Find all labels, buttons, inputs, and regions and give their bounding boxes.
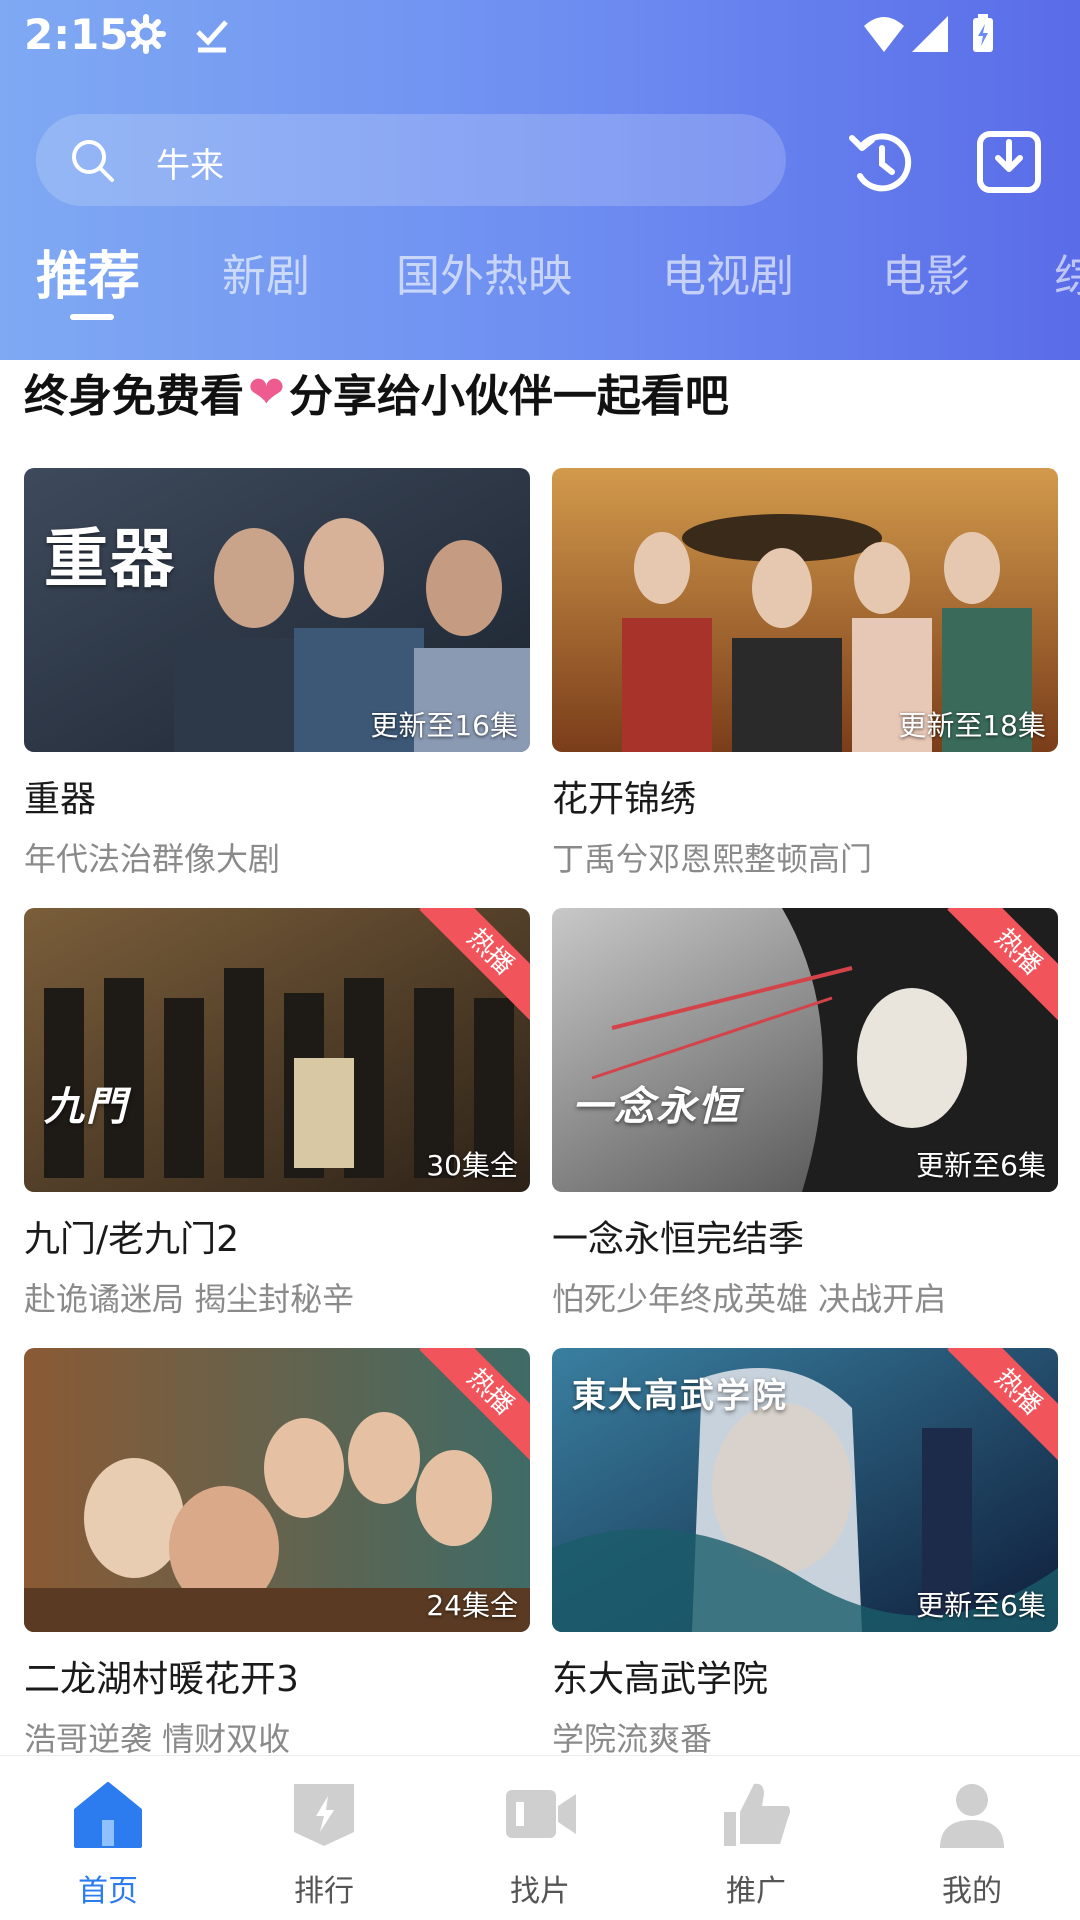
nav-home[interactable]: 首页	[0, 1756, 216, 1920]
poster-caption: 東大高武学院	[572, 1376, 788, 1416]
episode-badge: 更新至6集	[916, 1589, 1046, 1622]
card-subtitle: 学院流爽番	[552, 1720, 713, 1755]
poster-image[interactable]: 热播 24集全	[24, 1348, 530, 1632]
tab-new-drama[interactable]: 新剧	[222, 240, 310, 304]
promo-banner[interactable]: 终身免费看 ❤ 分享给小伙伴一起看吧	[24, 360, 729, 424]
header: 2:15 牛来 推荐 新剧 国外热映 电视剧 电影 综	[0, 0, 1080, 360]
battery-charging-icon	[973, 14, 993, 52]
drama-card[interactable]: 热播 24集全 二龙湖村暖花开3 浩哥逆袭 情财双收	[24, 1348, 530, 1755]
tab-recommended[interactable]: 推荐	[36, 234, 140, 309]
signal-icon	[912, 16, 948, 52]
drama-card[interactable]: 更新至18集 花开锦绣 丁禹兮邓恩熙整顿高门	[552, 468, 1058, 880]
poster-caption: 九門	[44, 1084, 128, 1130]
card-title[interactable]: 九门/老九门2	[24, 1210, 530, 1262]
search-input[interactable]: 牛来	[156, 138, 224, 187]
heart-icon: ❤	[248, 366, 285, 418]
card-title[interactable]: 一念永恒完结季	[552, 1210, 1058, 1262]
bottom-nav: 首页 排行 找片 推广 我的	[0, 1755, 1080, 1920]
search-bar[interactable]: 牛来	[36, 114, 786, 206]
nav-ranking[interactable]: 排行	[216, 1756, 432, 1920]
poster-image[interactable]: 九門 热播 30集全	[24, 908, 530, 1192]
card-title[interactable]: 东大高武学院	[552, 1650, 1058, 1702]
card-title[interactable]: 重器	[24, 770, 530, 822]
episode-badge: 更新至16集	[370, 709, 518, 742]
card-title[interactable]: 花开锦绣	[552, 770, 1058, 822]
search-icon	[72, 140, 114, 182]
poster-image[interactable]: 一念永恒 热播 更新至6集	[552, 908, 1058, 1192]
drama-card[interactable]: 九門 热播 30集全 九门/老九门2 赴诡谲迷局 揭尘封秘辛	[24, 908, 530, 1320]
card-title[interactable]: 二龙湖村暖花开3	[24, 1650, 530, 1702]
category-tabs: 推荐 新剧 国外热映 电视剧 电影 综	[0, 240, 1080, 330]
episode-badge: 30集全	[426, 1149, 518, 1182]
wifi-icon	[864, 17, 904, 52]
card-subtitle: 年代法治群像大剧	[24, 840, 281, 878]
promo-text-before: 终身免费看	[24, 371, 244, 422]
drama-card[interactable]: 東大高武学院 热播 更新至6集 东大高武学院 学院流爽番	[552, 1348, 1058, 1755]
episode-badge: 更新至6集	[916, 1149, 1046, 1182]
poster-caption: 重器	[44, 523, 176, 597]
card-subtitle: 怕死少年终成英雄 决战开启	[552, 1280, 947, 1318]
feed[interactable]: 终身免费看 ❤ 分享给小伙伴一起看吧 重器 更新至16集 重器 年代法治群像大剧…	[0, 360, 1080, 1755]
promo-text-after: 分享给小伙伴一起看吧	[288, 371, 729, 422]
nav-find-label: 找片	[510, 1874, 570, 1909]
nav-find[interactable]: 找片	[432, 1756, 648, 1920]
poster-image[interactable]: 更新至18集	[552, 468, 1058, 752]
tab-movies[interactable]: 电影	[882, 240, 970, 304]
card-subtitle: 丁禹兮邓恩熙整顿高门	[552, 840, 873, 878]
poster-image[interactable]: 東大高武学院 热播 更新至6集	[552, 1348, 1058, 1632]
history-icon[interactable]	[846, 126, 916, 196]
download-done-icon	[196, 20, 228, 53]
nav-promote-label: 推广	[726, 1874, 786, 1909]
drama-card[interactable]: 一念永恒 热播 更新至6集 一念永恒完结季 怕死少年终成英雄 决战开启	[552, 908, 1058, 1320]
episode-badge: 24集全	[426, 1589, 518, 1622]
tab-indicator	[70, 314, 114, 320]
video-camera-icon	[506, 1790, 576, 1838]
thumbs-up-icon	[724, 1783, 790, 1846]
episode-badge: 更新至18集	[898, 709, 1046, 742]
nav-me[interactable]: 我的	[864, 1756, 1080, 1920]
nav-home-label: 首页	[78, 1874, 138, 1909]
nav-promote[interactable]: 推广	[648, 1756, 864, 1920]
drama-card[interactable]: 重器 更新至16集 重器 年代法治群像大剧	[24, 468, 530, 880]
user-icon	[940, 1784, 1004, 1848]
nav-me-label: 我的	[942, 1874, 1002, 1909]
card-subtitle: 浩哥逆袭 情财双收	[24, 1720, 291, 1755]
tab-tv-series[interactable]: 电视剧	[662, 240, 794, 304]
home-icon	[74, 1782, 142, 1848]
download-icon[interactable]	[974, 126, 1044, 196]
card-subtitle: 赴诡谲迷局 揭尘封秘辛	[24, 1280, 355, 1318]
poster-caption: 一念永恒	[572, 1084, 740, 1130]
ranking-icon	[294, 1784, 354, 1846]
status-time: 2:15	[24, 10, 129, 59]
tab-foreign-hits[interactable]: 国外热映	[396, 240, 572, 304]
status-bar: 2:15	[0, 0, 1080, 72]
nav-ranking-label: 排行	[294, 1874, 354, 1909]
app-root: 2:15 牛来 推荐 新剧 国外热映 电视剧 电影 综 终身免费看 ❤ 分享给小…	[0, 0, 1080, 1920]
poster-image[interactable]: 重器 更新至16集	[24, 468, 530, 752]
settings-icon	[126, 14, 166, 54]
tab-variety[interactable]: 综	[1054, 240, 1080, 304]
